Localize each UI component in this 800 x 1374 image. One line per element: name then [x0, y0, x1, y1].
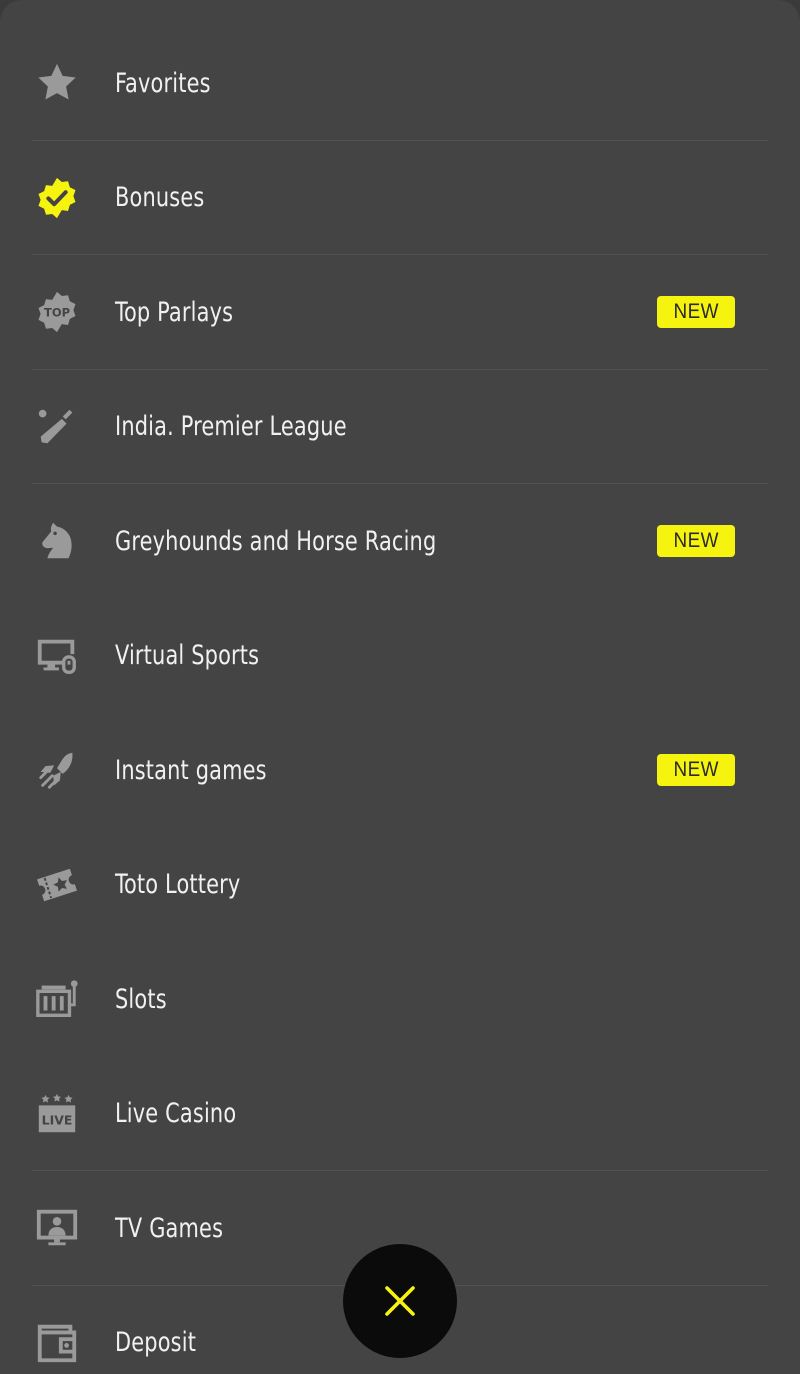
- cricket-bat-icon: [33, 403, 81, 451]
- lottery-ticket-icon: [33, 861, 81, 909]
- menu-item-label: Top Parlays: [115, 296, 234, 328]
- menu-item-top-parlays[interactable]: TOP Top Parlays NEW: [0, 255, 800, 370]
- wallet-icon: [33, 1319, 81, 1367]
- menu-item-label: Instant games: [115, 754, 267, 786]
- live-sign-icon: LIVE: [33, 1090, 81, 1138]
- menu-item-label: Favorites: [115, 67, 211, 99]
- new-badge: NEW: [657, 754, 735, 787]
- menu-item-label: India. Premier League: [115, 411, 347, 443]
- top-seal-icon: TOP: [33, 288, 81, 336]
- menu-item-label: TV Games: [115, 1212, 224, 1244]
- new-badge: NEW: [657, 296, 735, 329]
- star-icon: [33, 59, 81, 107]
- menu-item-instant-games[interactable]: Instant games NEW: [0, 713, 800, 828]
- verified-badge-icon: [33, 174, 81, 222]
- menu-item-label: Virtual Sports: [115, 640, 260, 672]
- menu-item-live-casino[interactable]: LIVE Live Casino: [0, 1057, 800, 1172]
- menu-item-favorites[interactable]: Favorites: [0, 26, 800, 141]
- menu-item-virtual-sports[interactable]: Virtual Sports: [0, 599, 800, 714]
- menu-item-toto-lottery[interactable]: Toto Lottery: [0, 828, 800, 943]
- new-badge: NEW: [657, 525, 735, 558]
- close-menu-button[interactable]: [343, 1244, 457, 1358]
- monitor-joystick-icon: [33, 632, 81, 680]
- close-icon: [385, 1286, 415, 1316]
- menu-item-slots[interactable]: Slots: [0, 942, 800, 1057]
- menu-item-label: Live Casino: [115, 1098, 237, 1130]
- menu-item-label: Toto Lottery: [115, 869, 241, 901]
- menu-item-label: Bonuses: [115, 182, 205, 214]
- menu-item-bonuses[interactable]: Bonuses: [0, 141, 800, 256]
- main-menu: Favorites Bonuses TOP Top Parlays NEW In…: [0, 26, 800, 1374]
- rocket-icon: [33, 746, 81, 794]
- menu-item-horse-racing[interactable]: Greyhounds and Horse Racing NEW: [0, 484, 800, 599]
- menu-sheet: Favorites Bonuses TOP Top Parlays NEW In…: [0, 0, 800, 1374]
- slot-machine-icon: [33, 975, 81, 1023]
- menu-item-label: Greyhounds and Horse Racing: [115, 525, 437, 557]
- tv-presenter-icon: [33, 1204, 81, 1252]
- live-sign-text: LIVE: [42, 1112, 73, 1127]
- top-seal-text: TOP: [44, 306, 70, 320]
- menu-item-india-premier-league[interactable]: India. Premier League: [0, 370, 800, 485]
- menu-item-label: Deposit: [115, 1327, 197, 1359]
- menu-item-label: Slots: [115, 983, 167, 1015]
- horse-head-icon: [33, 517, 81, 565]
